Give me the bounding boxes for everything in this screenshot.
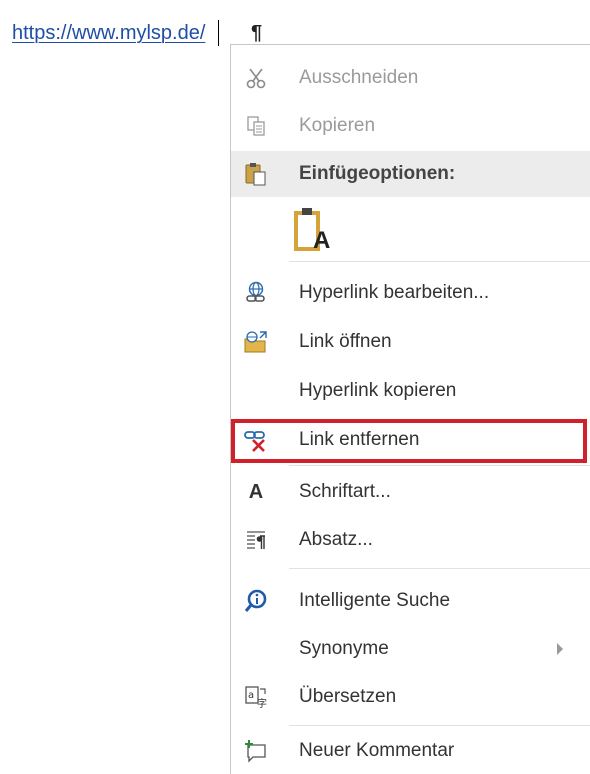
- menu-item-cut[interactable]: Ausschneiden: [231, 55, 590, 101]
- separator: [289, 568, 590, 569]
- menu-item-label: Hyperlink bearbeiten...: [299, 282, 490, 303]
- paste-text-letter: A: [313, 227, 331, 254]
- menu-item-new-comment[interactable]: Neuer Kommentar: [231, 728, 590, 774]
- font-glyph: A: [248, 480, 264, 503]
- submenu-arrow-icon: [557, 643, 563, 655]
- separator: [289, 725, 590, 726]
- menu-item-label: Absatz...: [299, 529, 373, 550]
- translate-icon: a 字: [231, 674, 281, 720]
- font-icon: A: [231, 469, 281, 515]
- menu-item-paragraph[interactable]: Absatz...: [231, 517, 590, 563]
- menu-item-label: Hyperlink kopieren: [299, 380, 457, 401]
- smart-lookup-icon: [231, 578, 281, 624]
- highlight-box: [231, 419, 587, 463]
- menu-item-label: Intelligente Suche: [299, 590, 451, 611]
- menu-item-font[interactable]: A Schriftart...: [231, 469, 590, 515]
- menu-item-translate[interactable]: a 字 Übersetzen: [231, 674, 590, 720]
- separator: [289, 261, 590, 262]
- paragraph-mark: ¶: [251, 22, 263, 44]
- svg-text:a: a: [248, 690, 254, 701]
- menu-item-smart-lookup[interactable]: Intelligente Suche: [231, 578, 590, 624]
- menu-item-copy[interactable]: Kopieren: [231, 103, 590, 149]
- paragraph-icon: [231, 517, 281, 563]
- edit-hyperlink-icon: [231, 270, 281, 316]
- new-comment-icon: [231, 728, 281, 774]
- scissors-icon: [231, 55, 281, 101]
- menu-item-label: Synonyme: [299, 638, 389, 659]
- menu-item-label: Einfügeoptionen:: [299, 163, 456, 184]
- menu-item-copy-hyperlink[interactable]: Hyperlink kopieren: [231, 368, 590, 414]
- menu-item-label: Ausschneiden: [299, 67, 419, 88]
- paste-icon: [231, 151, 281, 197]
- context-menu: Ausschneiden Kopieren Einfügeoptionen: A…: [230, 44, 590, 774]
- copy-icon: [231, 103, 281, 149]
- menu-item-open-link[interactable]: Link öffnen: [231, 319, 590, 365]
- paste-text-only-icon: A: [293, 205, 333, 255]
- paste-options-header: Einfügeoptionen:: [231, 151, 590, 197]
- svg-text:字: 字: [257, 697, 267, 709]
- paste-keep-text-only-button[interactable]: A: [231, 201, 590, 257]
- menu-item-label: Neuer Kommentar: [299, 740, 455, 761]
- menu-item-label: Kopieren: [299, 115, 376, 136]
- hyperlink-text[interactable]: https://www.mylsp.de/: [12, 22, 205, 45]
- menu-item-label: Link öffnen: [299, 331, 392, 352]
- menu-item-label: Übersetzen: [299, 686, 397, 707]
- menu-item-edit-hyperlink[interactable]: Hyperlink bearbeiten...: [231, 270, 590, 316]
- separator: [289, 465, 590, 466]
- open-link-icon: [231, 319, 281, 365]
- text-cursor: [218, 20, 219, 46]
- menu-item-label: Schriftart...: [299, 481, 391, 502]
- menu-item-synonyms[interactable]: Synonyme: [231, 626, 590, 672]
